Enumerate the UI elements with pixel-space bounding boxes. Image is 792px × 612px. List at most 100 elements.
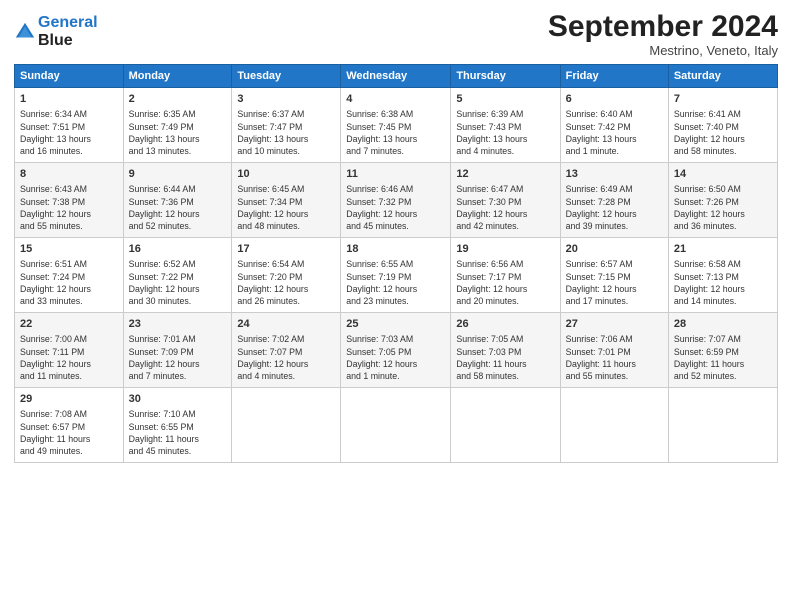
calendar-cell: 6Sunrise: 6:40 AMSunset: 7:42 PMDaylight… xyxy=(560,88,668,163)
day-info-text: and 14 minutes. xyxy=(674,295,772,307)
calendar-cell: 28Sunrise: 7:07 AMSunset: 6:59 PMDayligh… xyxy=(668,313,777,388)
day-info-text: Daylight: 12 hours xyxy=(674,208,772,220)
calendar-cell: 4Sunrise: 6:38 AMSunset: 7:45 PMDaylight… xyxy=(341,88,451,163)
weekday-header: Thursday xyxy=(451,65,560,88)
week-row: 29Sunrise: 7:08 AMSunset: 6:57 PMDayligh… xyxy=(15,388,778,463)
day-info-text: Daylight: 13 hours xyxy=(20,133,118,145)
day-info-text: Daylight: 11 hours xyxy=(674,358,772,370)
day-number: 14 xyxy=(674,167,772,182)
calendar-cell: 9Sunrise: 6:44 AMSunset: 7:36 PMDaylight… xyxy=(123,163,232,238)
calendar-cell: 3Sunrise: 6:37 AMSunset: 7:47 PMDaylight… xyxy=(232,88,341,163)
calendar-cell: 12Sunrise: 6:47 AMSunset: 7:30 PMDayligh… xyxy=(451,163,560,238)
day-info-text: Sunset: 7:34 PM xyxy=(237,196,335,208)
calendar-cell: 2Sunrise: 6:35 AMSunset: 7:49 PMDaylight… xyxy=(123,88,232,163)
day-info-text: Sunset: 7:17 PM xyxy=(456,271,554,283)
day-number: 4 xyxy=(346,92,445,107)
day-info-text: and 58 minutes. xyxy=(674,145,772,157)
calendar-cell: 13Sunrise: 6:49 AMSunset: 7:28 PMDayligh… xyxy=(560,163,668,238)
day-info-text: Daylight: 11 hours xyxy=(129,433,227,445)
day-info-text: Sunrise: 6:47 AM xyxy=(456,183,554,195)
calendar-cell xyxy=(451,388,560,463)
calendar-cell: 22Sunrise: 7:00 AMSunset: 7:11 PMDayligh… xyxy=(15,313,124,388)
day-info-text: Sunrise: 7:02 AM xyxy=(237,333,335,345)
day-info-text: Sunrise: 6:43 AM xyxy=(20,183,118,195)
day-info-text: Sunrise: 6:34 AM xyxy=(20,108,118,120)
logo-text-blue: Blue xyxy=(38,32,73,49)
day-info-text: and 45 minutes. xyxy=(346,220,445,232)
day-info-text: and 7 minutes. xyxy=(346,145,445,157)
day-info-text: and 52 minutes. xyxy=(674,370,772,382)
day-number: 26 xyxy=(456,317,554,332)
day-info-text: Sunrise: 6:54 AM xyxy=(237,258,335,270)
calendar-cell: 27Sunrise: 7:06 AMSunset: 7:01 PMDayligh… xyxy=(560,313,668,388)
day-info-text: Daylight: 12 hours xyxy=(20,283,118,295)
day-info-text: Daylight: 12 hours xyxy=(346,208,445,220)
day-info-text: Daylight: 12 hours xyxy=(129,208,227,220)
calendar-cell xyxy=(668,388,777,463)
day-info-text: Sunset: 7:28 PM xyxy=(566,196,663,208)
calendar-cell: 23Sunrise: 7:01 AMSunset: 7:09 PMDayligh… xyxy=(123,313,232,388)
day-info-text: and 10 minutes. xyxy=(237,145,335,157)
weekday-header: Friday xyxy=(560,65,668,88)
day-number: 21 xyxy=(674,242,772,257)
logo: General Blue xyxy=(14,14,98,49)
day-number: 10 xyxy=(237,167,335,182)
day-info-text: Sunset: 7:45 PM xyxy=(346,121,445,133)
calendar-cell: 14Sunrise: 6:50 AMSunset: 7:26 PMDayligh… xyxy=(668,163,777,238)
day-info-text: Sunset: 7:24 PM xyxy=(20,271,118,283)
day-number: 16 xyxy=(129,242,227,257)
day-info-text: Daylight: 12 hours xyxy=(346,283,445,295)
weekday-header: Monday xyxy=(123,65,232,88)
day-number: 12 xyxy=(456,167,554,182)
day-number: 28 xyxy=(674,317,772,332)
day-info-text: Daylight: 13 hours xyxy=(456,133,554,145)
month-title: September 2024 xyxy=(548,10,778,43)
day-number: 6 xyxy=(566,92,663,107)
day-info-text: Sunrise: 6:56 AM xyxy=(456,258,554,270)
calendar-cell: 26Sunrise: 7:05 AMSunset: 7:03 PMDayligh… xyxy=(451,313,560,388)
day-info-text: Daylight: 13 hours xyxy=(129,133,227,145)
day-info-text: Sunrise: 7:08 AM xyxy=(20,408,118,420)
day-info-text: Daylight: 12 hours xyxy=(346,358,445,370)
day-info-text: and 17 minutes. xyxy=(566,295,663,307)
day-number: 11 xyxy=(346,167,445,182)
calendar-cell xyxy=(232,388,341,463)
day-info-text: Daylight: 12 hours xyxy=(237,208,335,220)
day-info-text: Daylight: 13 hours xyxy=(566,133,663,145)
day-info-text: Sunrise: 6:58 AM xyxy=(674,258,772,270)
day-info-text: Sunrise: 7:07 AM xyxy=(674,333,772,345)
day-info-text: Daylight: 12 hours xyxy=(237,358,335,370)
day-info-text: Sunset: 7:32 PM xyxy=(346,196,445,208)
day-info-text: Sunrise: 6:39 AM xyxy=(456,108,554,120)
day-info-text: Sunrise: 6:37 AM xyxy=(237,108,335,120)
calendar-table: SundayMondayTuesdayWednesdayThursdayFrid… xyxy=(14,64,778,463)
day-info-text: and 11 minutes. xyxy=(20,370,118,382)
day-info-text: and 26 minutes. xyxy=(237,295,335,307)
day-info-text: Sunset: 6:55 PM xyxy=(129,421,227,433)
day-info-text: Sunrise: 6:45 AM xyxy=(237,183,335,195)
calendar-cell: 16Sunrise: 6:52 AMSunset: 7:22 PMDayligh… xyxy=(123,238,232,313)
day-number: 18 xyxy=(346,242,445,257)
day-info-text: and 16 minutes. xyxy=(20,145,118,157)
calendar-cell: 19Sunrise: 6:56 AMSunset: 7:17 PMDayligh… xyxy=(451,238,560,313)
day-info-text: and 39 minutes. xyxy=(566,220,663,232)
day-info-text: Sunrise: 7:10 AM xyxy=(129,408,227,420)
day-info-text: Sunrise: 6:35 AM xyxy=(129,108,227,120)
day-number: 23 xyxy=(129,317,227,332)
day-info-text: and 55 minutes. xyxy=(20,220,118,232)
day-info-text: Daylight: 11 hours xyxy=(456,358,554,370)
day-info-text: Daylight: 13 hours xyxy=(346,133,445,145)
day-info-text: Sunset: 7:15 PM xyxy=(566,271,663,283)
day-number: 15 xyxy=(20,242,118,257)
day-number: 3 xyxy=(237,92,335,107)
day-info-text: Sunset: 7:47 PM xyxy=(237,121,335,133)
day-info-text: Sunrise: 6:57 AM xyxy=(566,258,663,270)
day-number: 1 xyxy=(20,92,118,107)
calendar-cell: 15Sunrise: 6:51 AMSunset: 7:24 PMDayligh… xyxy=(15,238,124,313)
day-info-text: Sunset: 7:40 PM xyxy=(674,121,772,133)
weekday-header: Sunday xyxy=(15,65,124,88)
day-number: 19 xyxy=(456,242,554,257)
day-info-text: Sunrise: 6:49 AM xyxy=(566,183,663,195)
day-info-text: and 52 minutes. xyxy=(129,220,227,232)
day-info-text: and 1 minute. xyxy=(566,145,663,157)
